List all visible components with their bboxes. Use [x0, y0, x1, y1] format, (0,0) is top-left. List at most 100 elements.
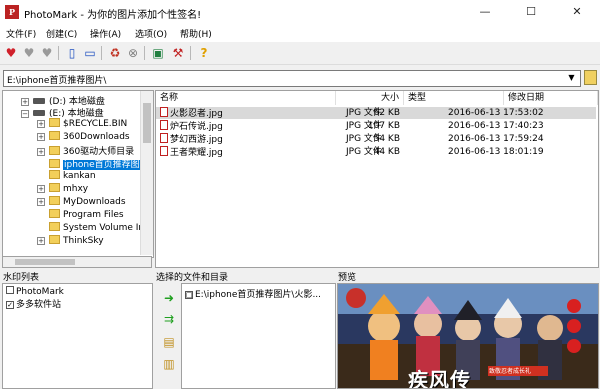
collapse-icon[interactable]: − [21, 110, 29, 118]
new-file-icon[interactable]: ▯ [63, 44, 81, 62]
folder-icon [49, 118, 60, 127]
tree-item[interactable]: + ThinkSky [37, 235, 104, 247]
tree-vertical-scrollbar[interactable] [140, 91, 153, 255]
watermark-list[interactable]: PhotoMark ✓ 多多软件站 [2, 283, 153, 389]
recycle-icon[interactable]: ♻ [106, 44, 124, 62]
menu-create[interactable]: 创建(C) [46, 27, 77, 40]
expand-icon[interactable]: + [37, 185, 45, 193]
tree-item[interactable]: +360Downloads [37, 131, 130, 143]
tree-item[interactable]: + mhxy [37, 183, 88, 195]
scroll-thumb[interactable] [15, 259, 75, 265]
watermark-item[interactable]: PhotoMark [6, 286, 64, 297]
watermark-list-label: 水印列表 [3, 273, 40, 283]
folder-icon [49, 183, 60, 192]
column-header-size[interactable]: 大小 [336, 91, 404, 105]
tree-item-selected[interactable]: iphone首页推荐图 [49, 157, 141, 170]
expand-icon[interactable]: + [37, 237, 45, 245]
expand-icon[interactable]: + [21, 98, 29, 106]
file-type: JPG 文件 [346, 121, 382, 131]
tree-item[interactable]: kankan [49, 170, 96, 182]
tree-horizontal-scrollbar[interactable] [2, 256, 152, 268]
tree-item[interactable]: System Volume In [49, 222, 144, 234]
watermark-item[interactable]: ✓ 多多软件站 [6, 297, 61, 310]
file-list[interactable]: 名称 大小 类型 修改日期 火影忍者.jpg 62 KB JPG 文件 2016… [155, 90, 599, 268]
column-header-type[interactable]: 类型 [404, 91, 504, 105]
file-type: JPG 文件 [346, 134, 382, 144]
tree-item[interactable]: − (E:) 本地磁盘 [21, 106, 104, 119]
menu-options[interactable]: 选项(O) [135, 27, 167, 40]
preview-icon[interactable]: ▣ [149, 44, 167, 62]
column-header-modified[interactable]: 修改日期 [504, 91, 598, 105]
minimize-button[interactable]: — [462, 0, 508, 24]
close-button[interactable]: ✕ [554, 0, 600, 24]
app-logo-icon: P [5, 5, 19, 19]
stop-icon[interactable]: ⊗ [124, 44, 142, 62]
path-value: E:\iphone首页推荐图片\ [7, 76, 107, 86]
jpg-file-icon [160, 107, 168, 117]
menu-help[interactable]: 帮助(H) [180, 27, 212, 40]
file-modified: 2016-06-13 17:59:24 [448, 134, 544, 144]
folder-tree[interactable]: + (D:) 本地磁盘 − (E:) 本地磁盘 + $RECYCLE.BIN +360… [2, 90, 154, 258]
folder-icon [49, 196, 60, 205]
scroll-thumb[interactable] [143, 103, 151, 143]
jpg-file-icon [160, 146, 168, 156]
tree-item[interactable]: + (D:) 本地磁盘 [21, 94, 105, 107]
toolbar-separator [101, 46, 102, 60]
browse-folder-button[interactable] [584, 70, 597, 85]
column-header-name[interactable]: 名称 [156, 91, 336, 105]
drive-icon [33, 110, 45, 116]
add-all-arrow-icon[interactable]: ⇉ [160, 311, 178, 327]
heart-gray-icon[interactable]: ♥ [38, 44, 56, 62]
file-row[interactable]: 梦幻西游.jpg 54 KB JPG 文件 2016-06-13 17:59:2… [156, 133, 596, 145]
menu-action[interactable]: 操作(A) [90, 27, 121, 40]
tree-item[interactable]: +360驱动大师目录 [37, 144, 134, 157]
title-bar: P PhotoMark - 为你的图片添加个性签名! — ☐ ✕ [0, 0, 600, 24]
file-modified: 2016-06-13 18:01:19 [448, 147, 544, 157]
selected-files-label: 选择的文件和目录 [156, 273, 229, 283]
jpg-file-icon [160, 133, 168, 143]
toolbar-separator [58, 46, 59, 60]
expand-icon[interactable]: + [37, 120, 45, 128]
toolbar-separator [190, 46, 191, 60]
tree-item[interactable]: + MyDownloads [37, 196, 126, 208]
remove-folder-icon[interactable]: ▥ [160, 356, 178, 372]
selected-entry-path: E:\iphone首页推荐图片\火影... [195, 290, 322, 300]
file-type: JPG 文件 [346, 147, 382, 157]
file-row[interactable]: 王者荣耀.jpg 44 KB JPG 文件 2016-06-13 18:01:1… [156, 146, 596, 158]
watermark-label: PhotoMark [16, 287, 64, 297]
expand-icon[interactable]: + [37, 133, 45, 141]
watermark-checkbox[interactable] [6, 286, 14, 294]
folder-icon [49, 222, 60, 231]
folder-icon [49, 235, 60, 244]
selected-files-list[interactable]: □ E:\iphone首页推荐图片\火影... [181, 283, 336, 389]
heart-icon[interactable]: ♥ [2, 44, 20, 62]
file-row-selected[interactable]: 火影忍者.jpg 62 KB JPG 文件 2016-06-13 17:53:0… [156, 107, 596, 119]
chevron-down-icon[interactable]: ▼ [565, 72, 578, 84]
tools-icon[interactable]: ⚒ [169, 44, 187, 62]
drive-icon [33, 98, 45, 104]
tree-item[interactable]: Program Files [49, 209, 124, 221]
add-folder-icon[interactable]: ▤ [160, 334, 178, 350]
maximize-button[interactable]: ☐ [508, 0, 554, 24]
selected-entry[interactable]: □ E:\iphone首页推荐图片\火影... [185, 287, 321, 300]
menu-file[interactable]: 文件(F) [6, 27, 36, 40]
expand-icon[interactable]: + [37, 198, 45, 206]
add-arrow-icon[interactable]: ➜ [160, 290, 178, 306]
expand-icon[interactable]: + [37, 148, 45, 156]
path-combobox[interactable]: E:\iphone首页推荐图片\ [3, 70, 581, 87]
open-file-icon[interactable]: ▭ [81, 44, 99, 62]
preview-label: 预览 [338, 273, 357, 283]
file-row[interactable]: 炉石传说.jpg 107 KB JPG 文件 2016-06-13 17:40:… [156, 120, 596, 132]
watermark-checkbox-checked[interactable]: ✓ [6, 301, 14, 309]
tree-item[interactable]: + $RECYCLE.BIN [37, 118, 127, 130]
menu-bar: 文件(F) 创建(C) 操作(A) 选项(O) 帮助(H) [0, 24, 600, 42]
toolbar-separator [144, 46, 145, 60]
help-icon[interactable]: ? [195, 44, 213, 62]
preview-banner: 致敬忍者成长礼 [489, 368, 532, 375]
heart-gray-icon[interactable]: ♥ [20, 44, 38, 62]
folder-icon [49, 131, 60, 140]
preview-image: 疾风传 致敬忍者成长礼 [337, 283, 599, 389]
file-name: 炉石传说.jpg [170, 122, 223, 132]
file-name: 王者荣耀.jpg [170, 148, 223, 158]
collapse-icon[interactable]: □ [185, 291, 193, 299]
